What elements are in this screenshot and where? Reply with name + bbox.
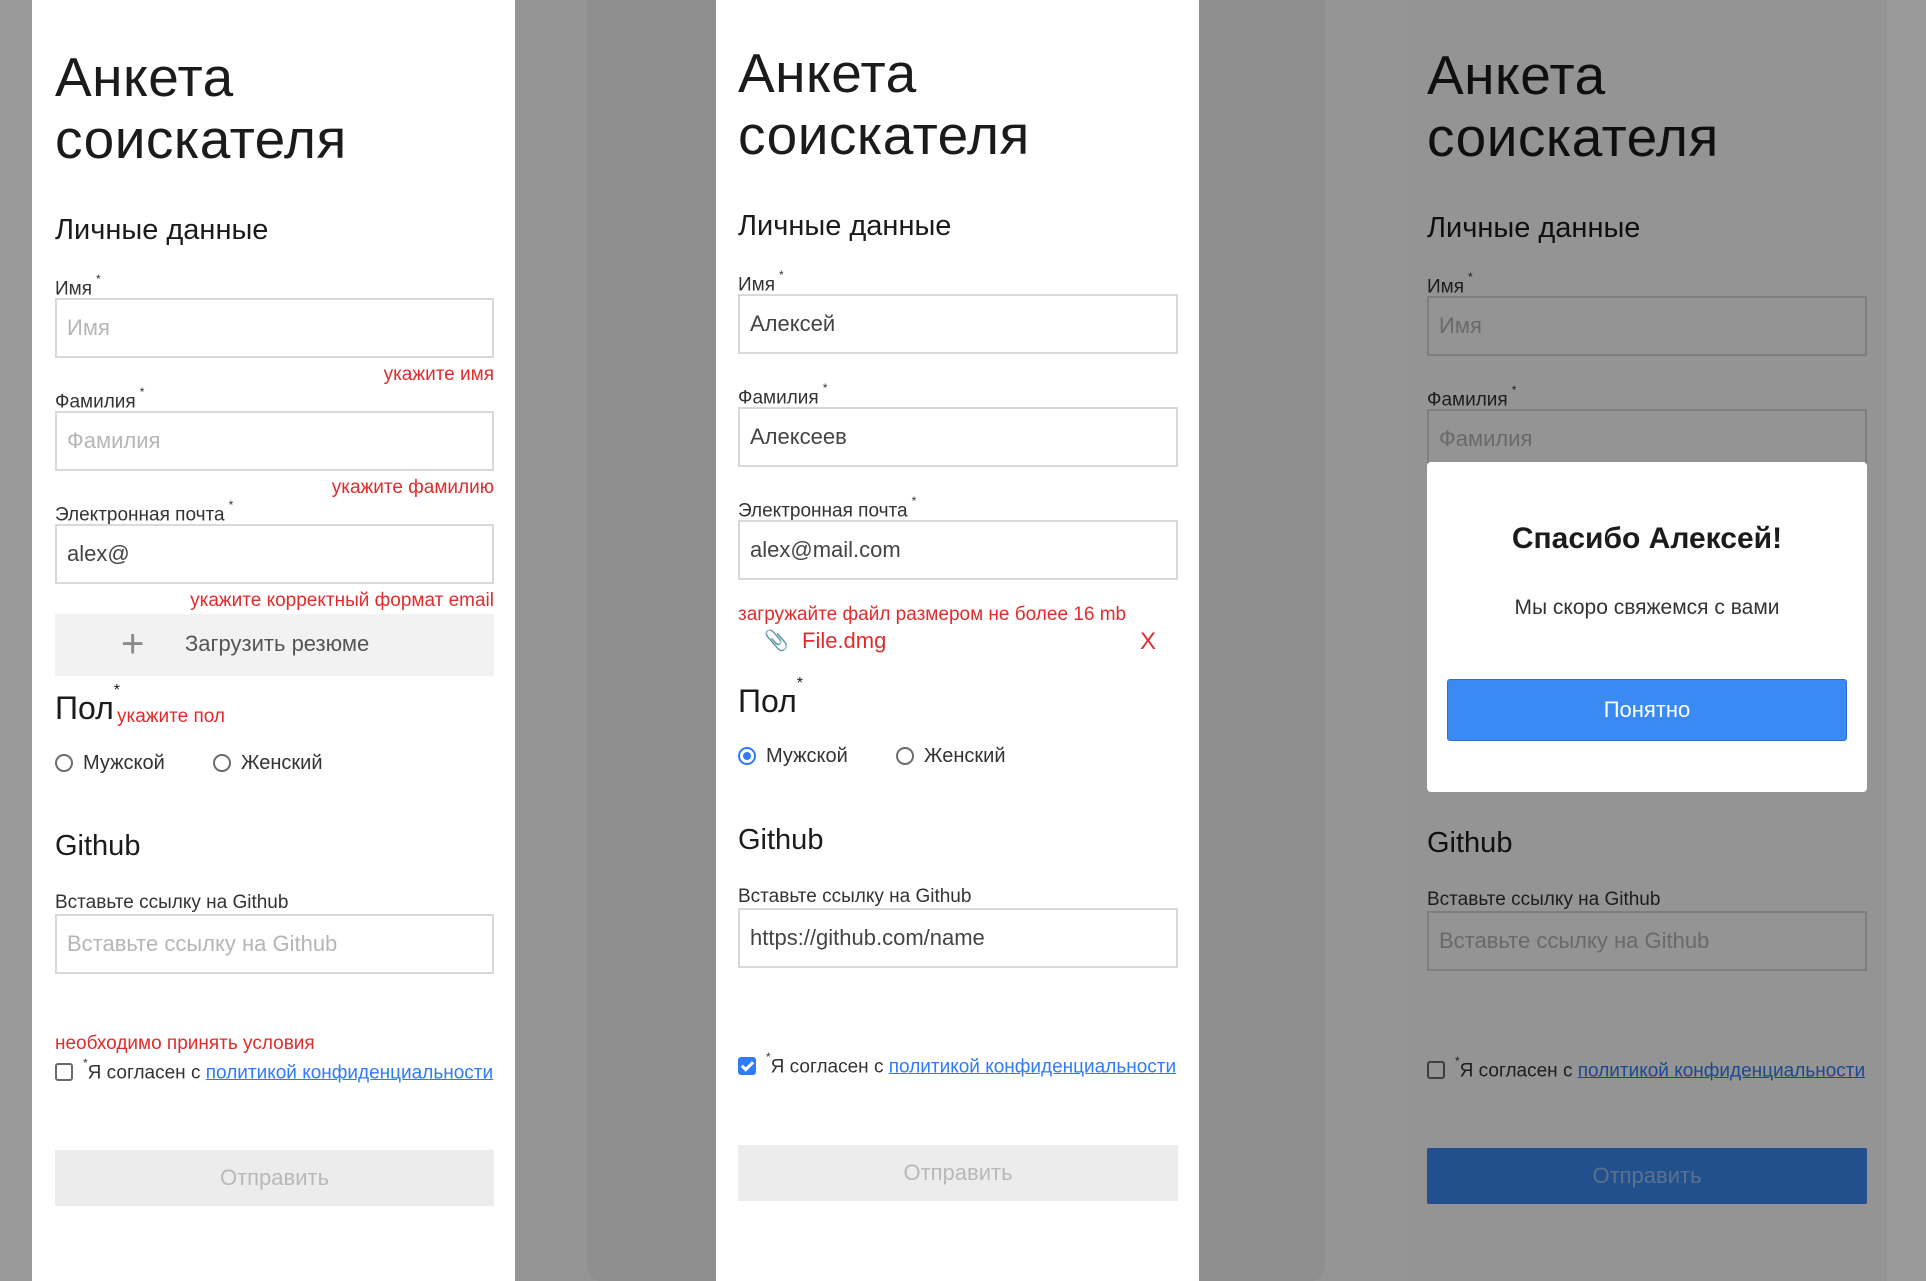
- required-mark: *: [96, 272, 101, 286]
- github-label: Вставьте ссылку на Github: [738, 886, 972, 907]
- github-input[interactable]: https://github.com/name: [738, 908, 1178, 968]
- title-line-1: Анкета: [738, 42, 917, 104]
- email-label: Электронная почта *: [55, 498, 233, 526]
- title-line-1: Анкета: [55, 46, 234, 108]
- personal-section-title: Личные данные: [738, 210, 952, 242]
- sex-title: Пол*: [55, 682, 120, 727]
- sex-title-text: Пол: [738, 683, 797, 719]
- terms-error: необходимо принять условия: [55, 1033, 315, 1054]
- modal-message: Мы скоро свяжемся с вами: [1514, 596, 1780, 619]
- email-label-text: Электронная почта: [738, 500, 908, 522]
- radio-female-label: Женский: [924, 745, 1006, 767]
- page-title: Анкета соискателя: [738, 42, 1030, 166]
- radio-male-label: Мужской: [766, 745, 848, 767]
- background-strip-far-right: [1887, 0, 1926, 1281]
- agree-checkbox[interactable]: [55, 1063, 73, 1081]
- email-label-text: Электронная почта: [55, 504, 225, 526]
- background-strip-left: [0, 0, 32, 1281]
- radio-female[interactable]: [213, 754, 231, 772]
- name-error: укажите имя: [383, 364, 494, 385]
- title-line-2: соискателя: [738, 104, 1030, 166]
- github-section-title: Github: [738, 824, 824, 856]
- required-mark: *: [228, 498, 234, 512]
- surname-label-text: Фамилия: [55, 391, 136, 413]
- agree-prefix: Я согласен с: [770, 1056, 889, 1078]
- privacy-policy-link[interactable]: политикой конфиденциальности: [206, 1062, 493, 1083]
- surname-input[interactable]: Алексеев: [738, 407, 1178, 467]
- privacy-policy-link[interactable]: политикой конфиденциальности: [889, 1056, 1176, 1077]
- email-input[interactable]: alex@mail.com: [738, 520, 1178, 580]
- file-name: File.dmg: [802, 628, 887, 653]
- name-label: Имя *: [738, 268, 784, 296]
- file-size-error: загружайте файл размером не более 16 mb: [738, 604, 1127, 625]
- github-section-title: Github: [55, 830, 141, 862]
- title-line-2: соискателя: [55, 108, 347, 170]
- remove-file-button[interactable]: X: [1140, 628, 1156, 656]
- agree-checkbox[interactable]: [738, 1057, 756, 1075]
- radio-female-label: Женский: [241, 752, 323, 774]
- background-strip-middle: [515, 0, 587, 1281]
- required-mark: *: [83, 1056, 88, 1070]
- name-label-text: Имя: [55, 278, 93, 300]
- github-label: Вставьте ссылку на Github: [55, 892, 289, 913]
- email-input[interactable]: alex@: [55, 524, 494, 584]
- radio-male-label: Мужской: [83, 752, 165, 774]
- name-input[interactable]: Алексей: [738, 294, 1178, 354]
- submit-button[interactable]: Отправить: [738, 1145, 1178, 1201]
- agree-prefix: Я согласен с: [87, 1062, 206, 1084]
- page-title: Анкета соискателя: [55, 46, 347, 170]
- required-mark: *: [779, 268, 784, 282]
- modal-title: Спасибо Алексей!: [1511, 522, 1783, 555]
- surname-input[interactable]: Фамилия: [55, 411, 494, 471]
- form-panel-errors: Анкета соискателя Личные данные Имя * Имя…: [32, 0, 515, 1281]
- radio-female[interactable]: [896, 747, 914, 765]
- name-input[interactable]: Имя: [55, 298, 494, 358]
- upload-resume-label: Загрузить резюме: [185, 631, 370, 656]
- required-mark: *: [796, 675, 803, 693]
- name-label-text: Имя: [738, 274, 776, 296]
- thank-you-modal: Спасибо Алексей! Мы скоро свяжемся с вам…: [1427, 462, 1867, 792]
- required-mark: *: [822, 381, 828, 395]
- personal-section-title: Личные данные: [55, 214, 269, 246]
- github-input[interactable]: Вставьте ссылку на Github: [55, 914, 494, 974]
- plus-icon: +: [121, 622, 145, 666]
- form-panel-success: Анкета соискателя Личные данные Имя * Имя…: [1407, 0, 1887, 1281]
- email-error: укажите корректный формат email: [190, 590, 494, 611]
- required-mark: *: [911, 494, 917, 508]
- upload-resume-button[interactable]: + Загрузить резюме: [55, 614, 494, 676]
- agree-text: *Я согласен с политикой конфиденциальнос…: [83, 1056, 493, 1084]
- sex-title-text: Пол: [55, 690, 114, 726]
- surname-label: Фамилия *: [55, 385, 144, 413]
- name-label: Имя *: [55, 272, 101, 300]
- required-mark: *: [139, 385, 145, 399]
- radio-male[interactable]: [55, 754, 73, 772]
- radio-male[interactable]: [738, 747, 756, 765]
- email-label: Электронная почта *: [738, 494, 916, 522]
- submit-button[interactable]: Отправить: [55, 1150, 494, 1206]
- surname-label-text: Фамилия: [738, 387, 819, 409]
- sex-title: Пол*: [738, 675, 803, 720]
- sex-error: укажите пол: [117, 706, 225, 727]
- form-panel-filled: Анкета соискателя Личные данные Имя * Але…: [716, 0, 1199, 1281]
- surname-error: укажите фамилию: [331, 477, 494, 498]
- paperclip-icon: 📎: [764, 630, 789, 652]
- agree-text: *Я согласен с политикой конфиденциальнос…: [766, 1050, 1176, 1078]
- required-mark: *: [766, 1050, 771, 1064]
- modal-ok-button[interactable]: Понятно: [1447, 679, 1847, 741]
- required-mark: *: [113, 682, 120, 700]
- background-strip-right: [1325, 0, 1407, 1281]
- surname-label: Фамилия *: [738, 381, 827, 409]
